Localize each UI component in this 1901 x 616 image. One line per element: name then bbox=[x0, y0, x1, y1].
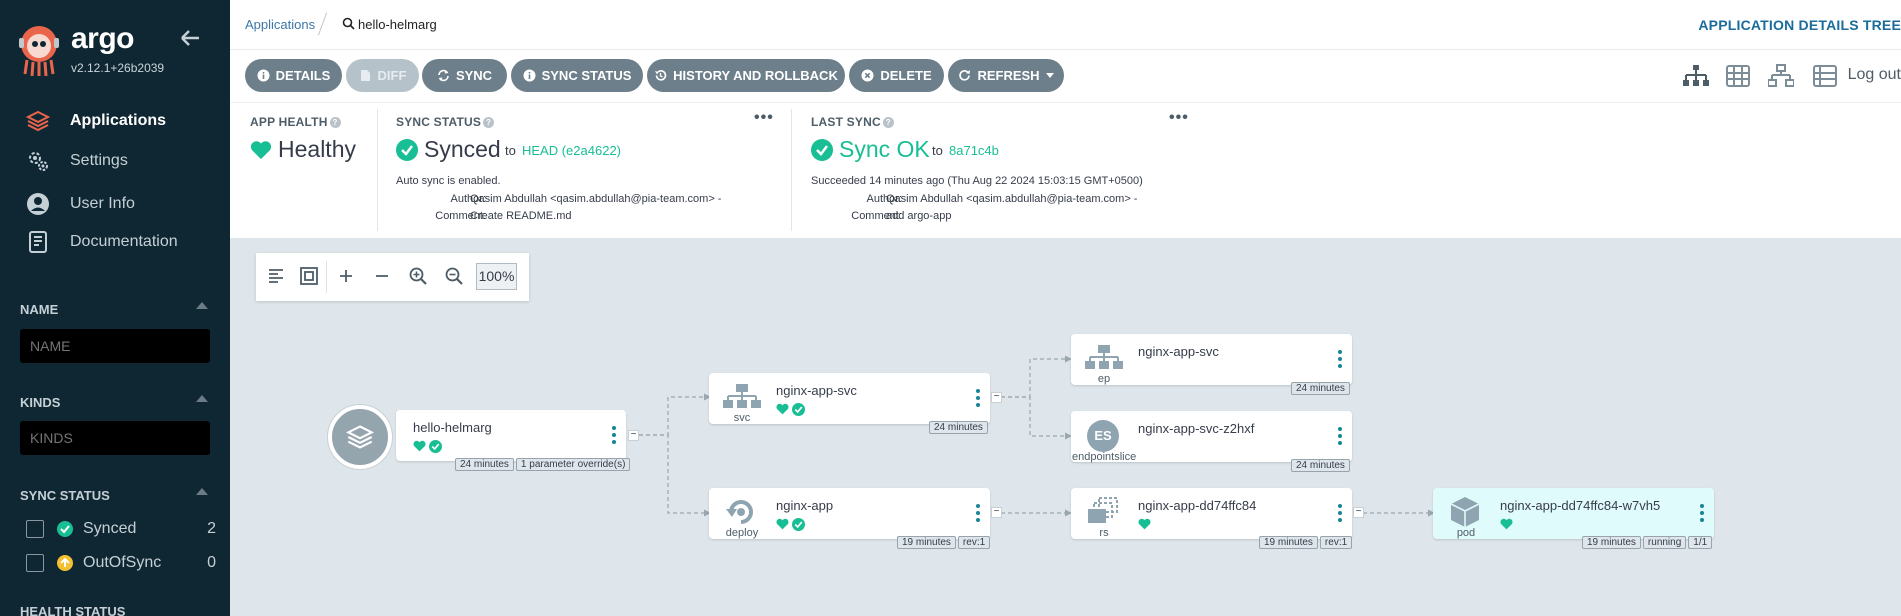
heart-icon bbox=[776, 403, 789, 415]
heart-icon bbox=[1138, 518, 1151, 530]
application-node[interactable]: hello-helmarg bbox=[396, 410, 626, 461]
collapse-toggle[interactable]: − bbox=[1353, 507, 1364, 518]
collapse-toggle[interactable]: − bbox=[628, 430, 639, 441]
heart-icon bbox=[413, 440, 426, 452]
node-tags: 24 minutes 1 parameter override(s) bbox=[455, 458, 631, 471]
service-node[interactable]: svc nginx-app-svc bbox=[709, 373, 990, 424]
node-kind: endpointslice bbox=[1072, 451, 1137, 463]
tag: rev:1 bbox=[957, 536, 991, 549]
check-circle-icon bbox=[792, 518, 805, 531]
tag: 1/1 bbox=[1688, 536, 1713, 549]
collapse-toggle[interactable]: − bbox=[991, 392, 1002, 403]
node-status bbox=[1500, 518, 1513, 530]
endpointslice-icon: ES bbox=[1087, 420, 1119, 452]
node-menu-icon[interactable] bbox=[976, 504, 980, 525]
edge-svc-eps bbox=[1001, 396, 1066, 437]
node-status bbox=[776, 403, 805, 416]
tag: 1 parameter override(s) bbox=[515, 458, 631, 471]
check-circle-icon bbox=[429, 440, 442, 453]
node-name: nginx-app-svc-z2hxf bbox=[1138, 421, 1255, 436]
node-menu-icon[interactable] bbox=[1338, 350, 1342, 371]
node-name: nginx-app-svc bbox=[776, 383, 857, 398]
endpoints-icon bbox=[1085, 345, 1123, 369]
replicaset-node[interactable]: rs nginx-app-dd74ffc84 bbox=[1071, 488, 1352, 539]
tag: 19 minutes bbox=[1259, 536, 1318, 549]
node-tags: 19 minutes rev:1 bbox=[1259, 536, 1353, 549]
node-tags: 24 minutes bbox=[1291, 382, 1350, 395]
endpointslice-node[interactable]: ES endpointslice nginx-app-svc-z2hxf bbox=[1071, 411, 1352, 463]
heart-icon bbox=[1500, 518, 1513, 530]
tag: 19 minutes bbox=[1582, 536, 1641, 549]
node-kind: pod bbox=[1456, 527, 1476, 539]
edge-svc-ep bbox=[1001, 358, 1066, 398]
node-kind: svc bbox=[733, 412, 751, 424]
heart-icon bbox=[776, 518, 789, 530]
service-icon bbox=[723, 384, 761, 408]
node-status bbox=[1138, 518, 1151, 530]
collapse-toggle[interactable]: − bbox=[991, 507, 1002, 518]
tag: 24 minutes bbox=[929, 421, 988, 434]
replicaset-icon bbox=[1088, 497, 1118, 523]
node-menu-icon[interactable] bbox=[1338, 504, 1342, 525]
node-tags: 24 minutes bbox=[929, 421, 988, 434]
node-menu-icon[interactable] bbox=[1700, 504, 1704, 525]
layers-icon bbox=[346, 425, 374, 449]
tag: 24 minutes bbox=[1291, 382, 1350, 395]
pod-node[interactable]: pod nginx-app-dd74ffc84-w7vh5 bbox=[1433, 488, 1714, 539]
node-name: nginx-app bbox=[776, 498, 834, 513]
node-menu-icon[interactable] bbox=[612, 426, 616, 447]
application-node-icon[interactable] bbox=[328, 405, 392, 469]
node-kind: deploy bbox=[725, 527, 759, 539]
pod-icon bbox=[1450, 497, 1480, 527]
tag: 24 minutes bbox=[1291, 459, 1350, 472]
tag: 24 minutes bbox=[455, 458, 514, 471]
endpoints-node[interactable]: ep nginx-app-svc bbox=[1071, 334, 1352, 385]
node-name: nginx-app-dd74ffc84 bbox=[1138, 498, 1257, 513]
node-name: hello-helmarg bbox=[413, 420, 492, 435]
node-status bbox=[413, 440, 442, 453]
tag: 19 minutes bbox=[897, 536, 956, 549]
edge-app-svc bbox=[639, 396, 705, 436]
node-tags: 24 minutes bbox=[1291, 459, 1350, 472]
node-tags: 19 minutes running 1/1 bbox=[1582, 536, 1713, 549]
tag: running bbox=[1642, 536, 1687, 549]
node-status bbox=[776, 518, 805, 531]
tag: rev:1 bbox=[1319, 536, 1353, 549]
node-tags: 19 minutes rev:1 bbox=[897, 536, 991, 549]
node-name: nginx-app-svc bbox=[1138, 344, 1219, 359]
edge-app-deploy bbox=[639, 434, 705, 514]
deployment-node[interactable]: deploy nginx-app bbox=[709, 488, 990, 539]
check-circle-icon bbox=[792, 403, 805, 416]
deployment-icon bbox=[726, 500, 753, 524]
node-kind: rs bbox=[1099, 527, 1109, 539]
node-menu-icon[interactable] bbox=[1338, 427, 1342, 448]
node-kind: ep bbox=[1097, 373, 1111, 385]
node-menu-icon[interactable] bbox=[976, 389, 980, 410]
node-name: nginx-app-dd74ffc84-w7vh5 bbox=[1500, 498, 1661, 513]
